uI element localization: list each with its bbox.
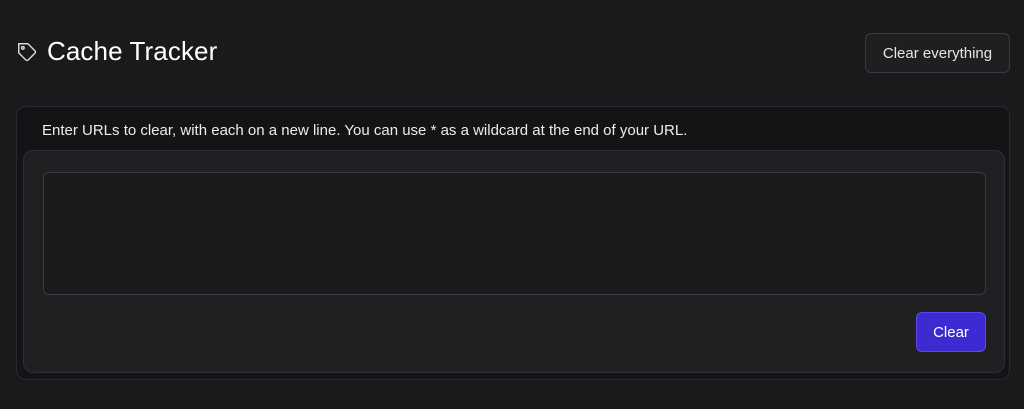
clear-everything-button[interactable]: Clear everything [865,33,1010,73]
tag-icon [16,41,38,63]
url-input-card: Clear [23,150,1005,373]
clear-urls-panel: Enter URLs to clear, with each on a new … [16,106,1010,380]
clear-button[interactable]: Clear [916,312,986,352]
title-group: Cache Tracker [16,36,217,67]
page-title: Cache Tracker [47,36,218,66]
instructions-text: Enter URLs to clear, with each on a new … [42,122,688,139]
url-textarea[interactable] [43,172,986,295]
page-header: Cache Tracker Clear everything [0,0,1024,106]
